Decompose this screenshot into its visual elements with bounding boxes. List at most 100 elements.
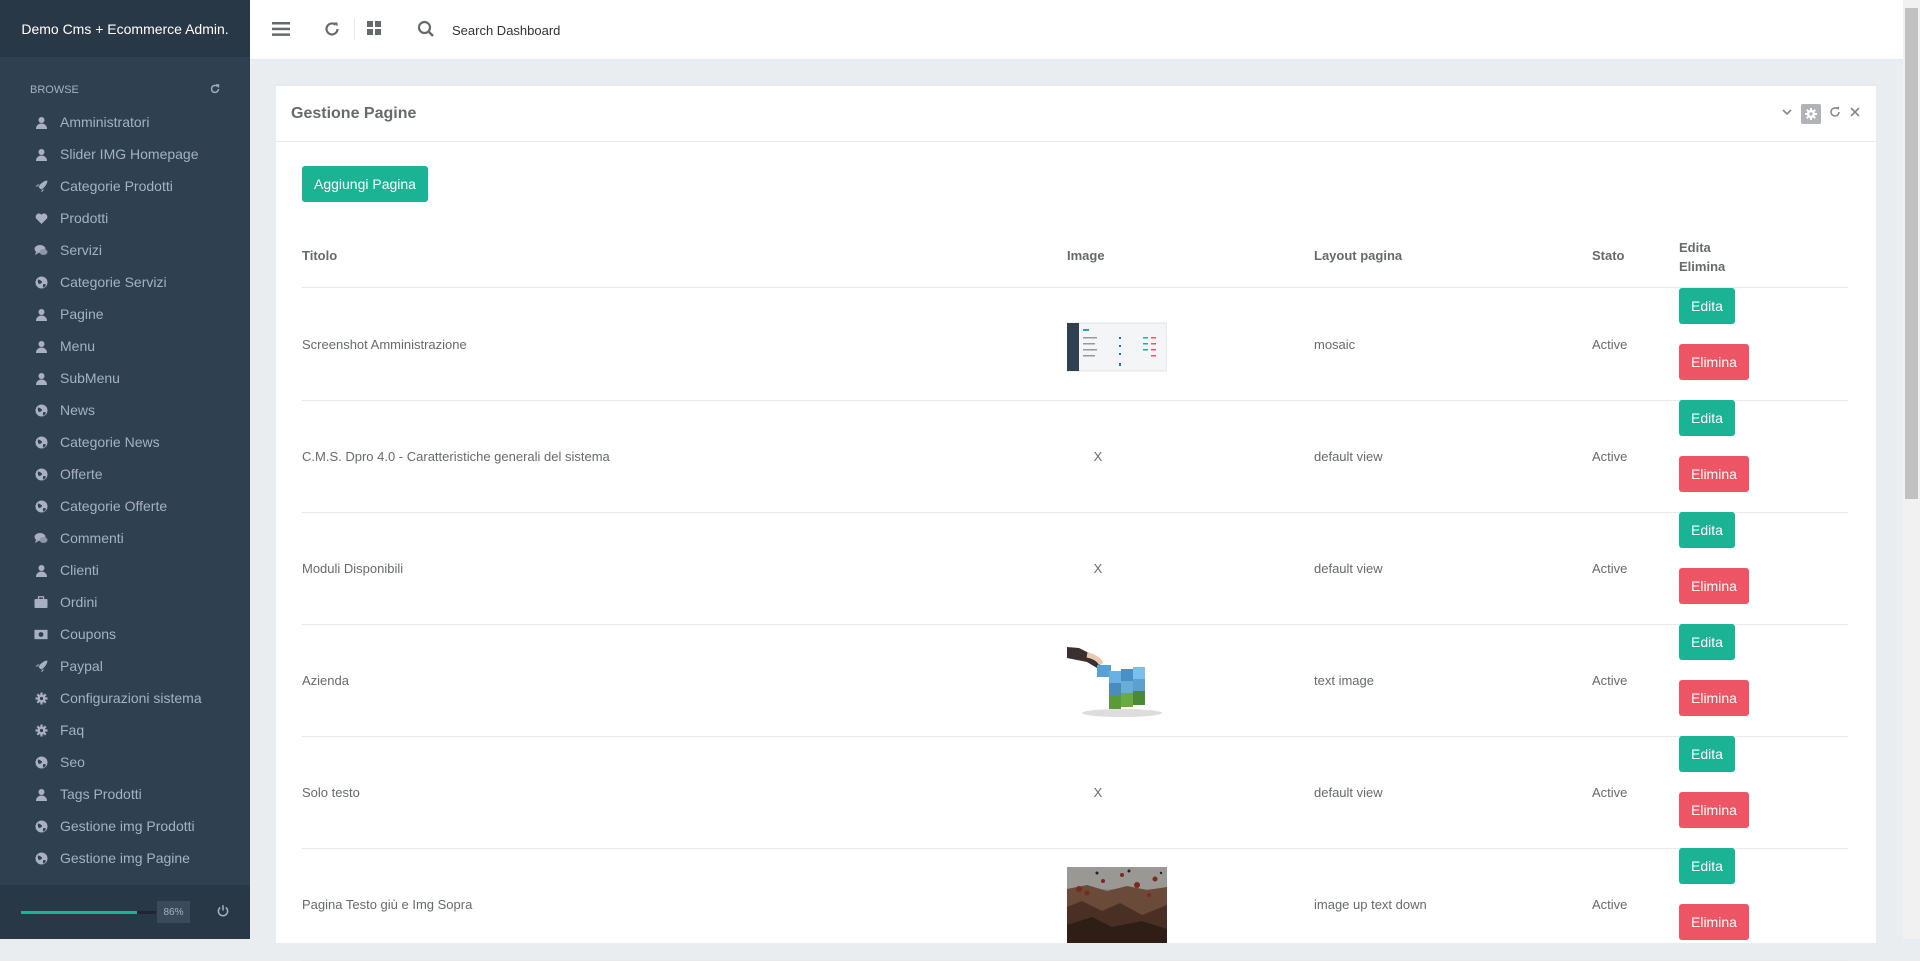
delete-button[interactable]: Elimina xyxy=(1679,904,1749,940)
page-layout-cell: default view xyxy=(1314,449,1383,464)
refresh-icon[interactable] xyxy=(210,84,220,97)
panel-tools xyxy=(1781,103,1861,124)
sidebar-item-servizi[interactable]: Servizi xyxy=(0,234,250,266)
hamburger-icon[interactable] xyxy=(271,20,291,43)
edit-button[interactable]: Edita xyxy=(1679,512,1735,548)
edit-button[interactable]: Edita xyxy=(1679,624,1735,660)
close-icon[interactable] xyxy=(1849,105,1861,123)
sidebar-footer: 86% xyxy=(0,885,250,939)
sidebar-item-gestione-img-pagine[interactable]: Gestione img Pagine xyxy=(0,842,250,874)
comments-icon xyxy=(34,531,48,545)
sidebar-item-slider-img-homepage[interactable]: Slider IMG Homepage xyxy=(0,138,250,170)
progress-label: 86% xyxy=(157,901,190,923)
sidebar-item-categorie-prodotti[interactable]: Categorie Prodotti xyxy=(0,170,250,202)
column-header-title: Titolo xyxy=(302,248,338,263)
sidebar-item-menu[interactable]: Menu xyxy=(0,330,250,362)
sidebar-item-configurazioni-sistema[interactable]: Configurazioni sistema xyxy=(0,682,250,714)
sidebar-item-categorie-news[interactable]: Categorie News xyxy=(0,426,250,458)
sidebar-item-label: Categorie News xyxy=(60,434,160,450)
sidebar-item-offerte[interactable]: Offerte xyxy=(0,458,250,490)
grid-icon[interactable] xyxy=(366,20,382,41)
reload-icon[interactable] xyxy=(323,20,341,43)
sidebar-item-label: Gestione img Pagine xyxy=(60,850,190,866)
sidebar-item-coupons[interactable]: Coupons xyxy=(0,618,250,650)
search-icon xyxy=(417,20,435,43)
rocket-icon xyxy=(34,179,48,193)
globe-icon xyxy=(34,499,48,513)
user-icon xyxy=(34,339,48,353)
toolbar-divider xyxy=(354,18,355,40)
progress-fill xyxy=(21,911,138,914)
globe-icon xyxy=(34,755,48,769)
sidebar-item-label: Menu xyxy=(60,338,96,354)
column-header-layout: Layout pagina xyxy=(1314,248,1403,263)
heart-icon xyxy=(34,211,48,225)
sidebar-item-label: Tags Prodotti xyxy=(60,786,142,802)
user-icon xyxy=(34,563,48,577)
top-navbar xyxy=(250,0,1903,60)
sidebar-item-categorie-servizi[interactable]: Categorie Servizi xyxy=(0,266,250,298)
sidebar-item-prodotti[interactable]: Prodotti xyxy=(0,202,250,234)
sidebar-item-label: Pagine xyxy=(60,306,104,322)
sidebar-item-label: Slider IMG Homepage xyxy=(60,146,199,162)
money-icon xyxy=(34,627,48,641)
page-thumbnail xyxy=(1067,289,1167,400)
delete-button[interactable]: Elimina xyxy=(1679,456,1749,492)
search-input[interactable] xyxy=(452,19,752,41)
column-header-delete: Elimina xyxy=(1679,259,1726,274)
no-image-mark: X xyxy=(1093,785,1103,800)
page-layout-cell: mosaic xyxy=(1314,337,1356,352)
edit-button[interactable]: Edita xyxy=(1679,400,1735,436)
page-status-cell: Active xyxy=(1592,673,1628,688)
delete-button[interactable]: Elimina xyxy=(1679,680,1749,716)
sidebar-item-ordini[interactable]: Ordini xyxy=(0,586,250,618)
sidebar-item-label: Categorie Prodotti xyxy=(60,178,173,194)
scrollbar-thumb[interactable] xyxy=(1905,8,1918,499)
sidebar-item-commenti[interactable]: Commenti xyxy=(0,522,250,554)
sidebar-item-label: Paypal xyxy=(60,658,103,674)
sidebar-item-label: Offerte xyxy=(60,466,103,482)
sidebar-item-label: News xyxy=(60,402,96,418)
page-title-cell: C.M.S. Dpro 4.0 - Caratteristiche genera… xyxy=(302,449,610,464)
sidebar-item-amministratori[interactable]: Amministratori xyxy=(0,106,250,138)
sidebar-item-label: Clienti xyxy=(60,562,99,578)
page-title-cell: Solo testo xyxy=(302,785,360,800)
no-image-mark: X xyxy=(1093,449,1103,464)
add-page-button[interactable]: Aggiungi Pagina xyxy=(302,166,428,202)
page-status-cell: Active xyxy=(1592,337,1628,352)
chevron-down-icon[interactable] xyxy=(1781,105,1793,123)
edit-button[interactable]: Edita xyxy=(1679,848,1735,884)
delete-button[interactable]: Elimina xyxy=(1679,792,1749,828)
user-icon xyxy=(34,307,48,321)
page-scrollbar[interactable] xyxy=(1903,0,1920,939)
sidebar-item-submenu[interactable]: SubMenu xyxy=(0,362,250,394)
delete-button[interactable]: Elimina xyxy=(1679,568,1749,604)
sidebar-item-clienti[interactable]: Clienti xyxy=(0,554,250,586)
page-status-cell: Active xyxy=(1592,561,1628,576)
user-icon xyxy=(34,787,48,801)
table-row: Pagina Testo giù e Img Sopra image up tex… xyxy=(302,848,1848,961)
refresh-panel-icon[interactable] xyxy=(1829,105,1841,123)
delete-button[interactable]: Elimina xyxy=(1679,344,1749,380)
sidebar-item-faq[interactable]: Faq xyxy=(0,714,250,746)
sidebar-item-label: Servizi xyxy=(60,242,103,258)
sidebar-item-label: Seo xyxy=(60,754,85,770)
edit-button[interactable]: Edita xyxy=(1679,736,1735,772)
gear-icon xyxy=(34,723,48,737)
sidebar-item-news[interactable]: News xyxy=(0,394,250,426)
sidebar-item-tags-prodotti[interactable]: Tags Prodotti xyxy=(0,778,250,810)
page-status-cell: Active xyxy=(1592,785,1628,800)
sidebar-item-categorie-offerte[interactable]: Categorie Offerte xyxy=(0,490,250,522)
user-icon xyxy=(34,147,48,161)
pages-panel: Gestione Pagine Aggiungi Pagina Titolo I… xyxy=(276,83,1876,961)
edit-button[interactable]: Edita xyxy=(1679,288,1735,324)
column-header-actions: Edita Elimina xyxy=(1679,238,1725,276)
table-row: Moduli Disponibili Xdefault view Active Edi… xyxy=(302,512,1848,625)
sidebar-item-seo[interactable]: Seo xyxy=(0,746,250,778)
app-brand[interactable]: Demo Cms + Ecommerce Admin. xyxy=(0,0,250,57)
sidebar-item-gestione-img-prodotti[interactable]: Gestione img Prodotti xyxy=(0,810,250,842)
sidebar-item-pagine[interactable]: Pagine xyxy=(0,298,250,330)
power-icon[interactable] xyxy=(216,904,230,923)
gear-icon[interactable] xyxy=(1801,103,1821,124)
sidebar-item-paypal[interactable]: Paypal xyxy=(0,650,250,682)
